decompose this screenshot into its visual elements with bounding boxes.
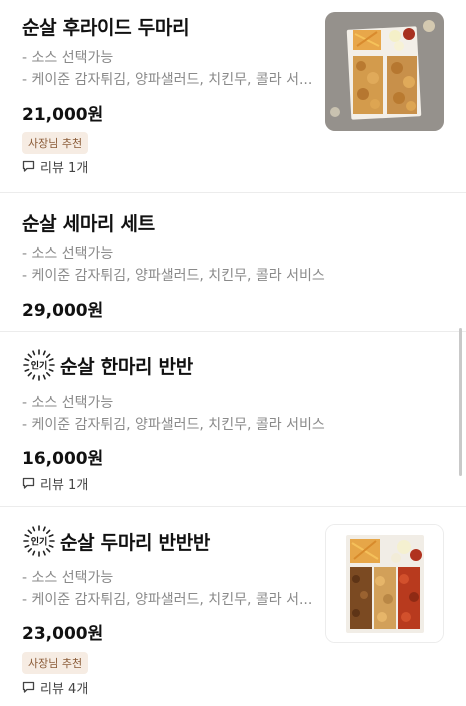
review-count-label: 리뷰 1개 bbox=[40, 478, 89, 493]
menu-item-photo[interactable] bbox=[325, 12, 444, 131]
menu-item-title: 순살 후라이드 두마리 bbox=[22, 16, 190, 39]
menu-item-desc: - 소스 선택가능 bbox=[22, 50, 114, 66]
speech-bubble-icon bbox=[22, 160, 35, 172]
menu-item-title-row: 순살 세마리 세트 bbox=[22, 208, 155, 236]
menu-item-photo[interactable] bbox=[325, 524, 444, 643]
chicken-box-photo bbox=[325, 12, 444, 131]
menu-item-price: 23,000원 bbox=[22, 624, 104, 644]
menu-item-desc: - 케이준 감자튀김, 양파샐러드, 치킨무, 콜라 서... bbox=[22, 592, 313, 608]
menu-item-desc: - 소스 선택가능 bbox=[22, 246, 114, 262]
speech-bubble-icon bbox=[22, 477, 35, 489]
popular-burst-icon: 인기 bbox=[23, 525, 55, 557]
menu-item-title-row: 인기 순살 한마리 반반 bbox=[22, 348, 193, 382]
menu-item-desc: - 소스 선택가능 bbox=[22, 570, 114, 586]
menu-item[interactable]: 순살 후라이드 두마리 - 소스 선택가능 - 케이준 감자튀김, 양파샐러드,… bbox=[0, 0, 466, 192]
popular-burst-icon: 인기 bbox=[23, 349, 55, 381]
review-count-label: 리뷰 1개 bbox=[40, 161, 89, 176]
owner-recommend-badge: 사장님 추천 bbox=[22, 132, 89, 154]
menu-item-title: 순살 두마리 반반반 bbox=[60, 531, 211, 554]
menu-item-price: 29,000원 bbox=[22, 301, 104, 321]
scrollbar[interactable] bbox=[459, 328, 462, 476]
menu-item-desc: - 케이준 감자튀김, 양파샐러드, 치킨무, 콜라 서비스 bbox=[22, 417, 325, 433]
menu-item-price: 21,000원 bbox=[22, 105, 104, 125]
owner-recommend-badge: 사장님 추천 bbox=[22, 652, 89, 674]
menu-item-title-row: 순살 후라이드 두마리 bbox=[22, 12, 190, 40]
speech-bubble-icon bbox=[22, 681, 35, 693]
menu-item-title-row: 인기 순살 두마리 반반반 bbox=[22, 524, 210, 558]
menu-item-title: 순살 한마리 반반 bbox=[60, 355, 193, 378]
menu-item-desc: - 케이준 감자튀김, 양파샐러드, 치킨무, 콜라 서... bbox=[22, 72, 313, 88]
review-count[interactable]: 리뷰 4개 bbox=[22, 678, 88, 697]
menu-item-title: 순살 세마리 세트 bbox=[22, 212, 155, 235]
menu-item-desc: - 케이준 감자튀김, 양파샐러드, 치킨무, 콜라 서비스 bbox=[22, 268, 325, 284]
review-count-label: 리뷰 4개 bbox=[40, 682, 89, 697]
popular-label: 인기 bbox=[31, 360, 48, 372]
review-count[interactable]: 리뷰 1개 bbox=[22, 474, 88, 493]
menu-item-desc: - 소스 선택가능 bbox=[22, 395, 114, 411]
menu-item[interactable]: 인기 순살 한마리 반반 - 소스 선택가능 - 케이준 감자튀김, 양파샐러드… bbox=[0, 332, 466, 506]
menu-item-price: 16,000원 bbox=[22, 449, 104, 469]
menu-item[interactable]: 인기 순살 두마리 반반반 - 소스 선택가능 - 케이준 감자튀김, 양파샐러… bbox=[0, 507, 466, 706]
menu-item[interactable]: 순살 세마리 세트 - 소스 선택가능 - 케이준 감자튀김, 양파샐러드, 치… bbox=[0, 193, 466, 331]
chicken-box-photo bbox=[326, 525, 443, 642]
review-count[interactable]: 리뷰 1개 bbox=[22, 157, 88, 176]
popular-label: 인기 bbox=[31, 536, 48, 548]
